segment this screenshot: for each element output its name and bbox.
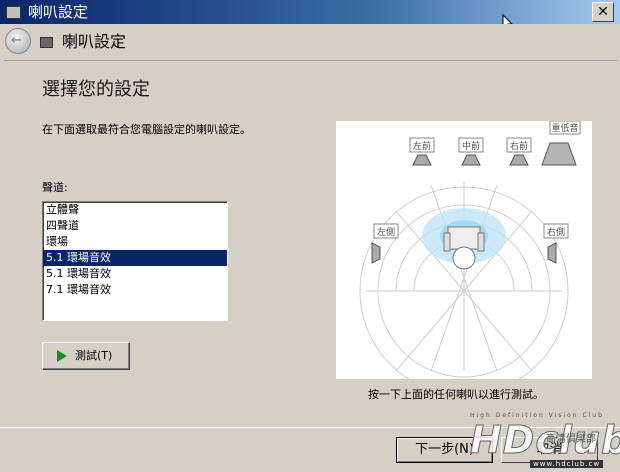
close-button[interactable]: ✕ xyxy=(592,2,614,22)
speaker-side-right-label: 右側 xyxy=(547,226,565,238)
speaker-icon xyxy=(40,37,53,48)
watermark-cn: 高清俱樂部 xyxy=(546,434,596,445)
hdclub-watermark-logo: High Definition Vision Club HDclub 高清俱樂部… xyxy=(469,412,620,470)
page-description: 在下面選取最符合您電腦設定的喇叭設定。 xyxy=(42,123,251,136)
speaker-app-icon xyxy=(6,6,21,19)
page-heading: 選擇您的設定 xyxy=(42,79,150,100)
channel-listbox[interactable]: 立體聲 四聲道 環場 5.1 環場音效 5.1 環場音效 7.1 環場音效 xyxy=(42,201,228,321)
test-hint: 按一下上面的任何喇叭以進行測試。 xyxy=(368,388,544,401)
channels-label: 聲道: xyxy=(42,181,68,194)
speaker-diagram: 左前 中前 右前 重低音 左側 右側 xyxy=(336,120,592,396)
channel-item-selected[interactable]: 5.1 環場音效 xyxy=(43,250,227,266)
speaker-front-right[interactable]: 右前 xyxy=(506,137,532,166)
channel-item[interactable]: 5.1 環場音效 xyxy=(43,266,227,282)
window-title: 喇叭設定 xyxy=(28,3,89,21)
speaker-front-right-label: 右前 xyxy=(510,140,528,152)
channel-item[interactable]: 環場 xyxy=(43,234,227,250)
speaker-center[interactable]: 中前 xyxy=(458,137,484,166)
speaker-diagram-art: 左前 中前 右前 重低音 左側 右側 xyxy=(359,120,581,396)
nav-title: 喇叭設定 xyxy=(62,32,127,51)
play-icon xyxy=(57,350,67,362)
listener-chair-icon xyxy=(443,226,485,270)
speaker-side-left-label: 左側 xyxy=(377,226,395,238)
speaker-front-left-label: 左前 xyxy=(413,140,431,152)
speaker-side-right[interactable]: 右側 xyxy=(543,223,569,264)
test-button-label: 測試(T) xyxy=(75,349,113,362)
channel-item[interactable]: 四聲道 xyxy=(43,218,227,234)
watermark-brand: HDclub xyxy=(469,418,620,462)
channel-item[interactable]: 7.1 環場音效 xyxy=(43,282,227,298)
speaker-subwoofer-label: 重低音 xyxy=(551,122,578,134)
title-bar: 喇叭設定 ✕ xyxy=(0,0,620,24)
test-button[interactable]: 測試(T) xyxy=(42,342,130,370)
speaker-front-left[interactable]: 左前 xyxy=(409,137,435,166)
speaker-subwoofer[interactable]: 重低音 xyxy=(541,120,581,166)
back-button[interactable]: ← xyxy=(5,28,31,54)
watermark-url: www.hdclub.cw xyxy=(530,460,604,468)
speaker-center-label: 中前 xyxy=(462,140,480,152)
back-arrow-icon: ← xyxy=(11,33,22,48)
navigation-bar: ← 喇叭設定 xyxy=(0,24,620,58)
channel-item[interactable]: 立體聲 xyxy=(43,202,227,218)
